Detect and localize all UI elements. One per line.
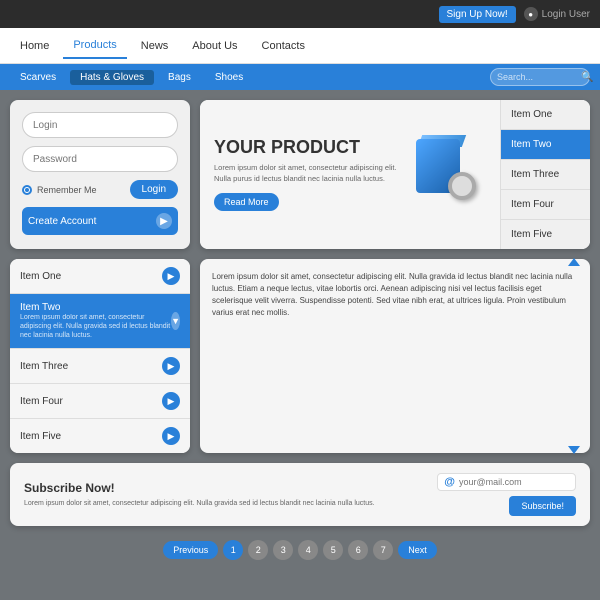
- subnav-shoes[interactable]: Shoes: [205, 70, 253, 85]
- right-item-4[interactable]: Item Four: [501, 190, 590, 220]
- search-box[interactable]: 🔍: [490, 68, 590, 86]
- right-item-3[interactable]: Item Three: [501, 160, 590, 190]
- right-item-5[interactable]: Item Five: [501, 220, 590, 249]
- list-item-2-label: Item Two: [20, 302, 171, 313]
- subscribe-widget: Subscribe Now! Lorem ipsum dolor sit ame…: [10, 463, 590, 526]
- nav-home[interactable]: Home: [10, 34, 59, 58]
- main-content: Remember Me Login Create Account ▶ YOUR …: [0, 90, 600, 574]
- box-ring: [448, 172, 476, 200]
- remember-me-label[interactable]: Remember Me: [22, 185, 97, 195]
- login-user-label: Login User: [542, 9, 590, 20]
- right-panel-items: Item One Item Two Item Three Item Four I…: [500, 100, 590, 249]
- login-user: ● Login User: [524, 7, 590, 21]
- search-icon: 🔍: [581, 72, 593, 83]
- remember-row: Remember Me Login: [22, 180, 178, 199]
- sub-nav: Scarves Hats & Gloves Bags Shoes 🔍: [0, 64, 600, 90]
- page-1[interactable]: 1: [223, 540, 243, 560]
- text-content: Lorem ipsum dolor sit amet, consectetur …: [212, 271, 578, 319]
- at-icon: @: [444, 476, 455, 488]
- right-item-2[interactable]: Item Two: [501, 130, 590, 160]
- read-more-button[interactable]: Read More: [214, 193, 279, 211]
- list-item-4-label: Item Four: [20, 396, 63, 407]
- nav-about[interactable]: About Us: [182, 34, 247, 58]
- list-item-5-label: Item Five: [20, 431, 61, 442]
- row3: Subscribe Now! Lorem ipsum dolor sit ame…: [10, 463, 590, 526]
- list-item-5[interactable]: Item Five ▶: [10, 419, 190, 453]
- product-text: YOUR PRODUCT Lorem ipsum dolor sit amet,…: [214, 138, 406, 212]
- page-7[interactable]: 7: [373, 540, 393, 560]
- create-account-bar[interactable]: Create Account ▶: [22, 207, 178, 235]
- signup-button[interactable]: Sign Up Now!: [439, 6, 516, 23]
- list-item-2-sub: Lorem ipsum dolor sit amet, consectetur …: [20, 313, 171, 340]
- pagination: Previous 1 2 3 4 5 6 7 Next: [10, 532, 590, 564]
- subscribe-button[interactable]: Subscribe!: [509, 496, 576, 516]
- list-item-1[interactable]: Item One ▶: [10, 259, 190, 294]
- list-item-2-arrow-icon: ▼: [171, 312, 180, 330]
- subscribe-description: Lorem ipsum dolor sit amet, consectetur …: [24, 499, 427, 509]
- top-bar: Sign Up Now! ● Login User: [0, 0, 600, 28]
- remember-radio[interactable]: [22, 185, 32, 195]
- email-input-wrap[interactable]: @: [437, 473, 576, 491]
- text-widget: Lorem ipsum dolor sit amet, consectetur …: [200, 259, 590, 453]
- items-list-widget: Item One ▶ Item Two Lorem ipsum dolor si…: [10, 259, 190, 453]
- list-item-3[interactable]: Item Three ▶: [10, 349, 190, 384]
- product-widget: YOUR PRODUCT Lorem ipsum dolor sit amet,…: [200, 100, 500, 249]
- subnav-scarves[interactable]: Scarves: [10, 70, 66, 85]
- scroll-up-icon[interactable]: [568, 258, 580, 266]
- subscribe-text: Subscribe Now! Lorem ipsum dolor sit ame…: [24, 481, 427, 509]
- next-button[interactable]: Next: [398, 541, 437, 559]
- email-input[interactable]: [459, 477, 569, 487]
- list-item-4[interactable]: Item Four ▶: [10, 384, 190, 419]
- create-account-label: Create Account: [28, 216, 96, 227]
- list-item-2[interactable]: Item Two Lorem ipsum dolor sit amet, con…: [10, 294, 190, 349]
- create-account-arrow-icon: ▶: [156, 213, 172, 229]
- subscribe-title: Subscribe Now!: [24, 481, 427, 495]
- page-3[interactable]: 3: [273, 540, 293, 560]
- product-title: YOUR PRODUCT: [214, 138, 406, 158]
- nav-products[interactable]: Products: [63, 33, 126, 59]
- nav-bar: Home Products News About Us Contacts: [0, 28, 600, 64]
- product-description: Lorem ipsum dolor sit amet, consectetur …: [214, 163, 406, 184]
- subscribe-right: @ Subscribe!: [437, 473, 576, 516]
- list-item-3-label: Item Three: [20, 361, 68, 372]
- nav-news[interactable]: News: [131, 34, 179, 58]
- product-image: [416, 135, 486, 215]
- page-2[interactable]: 2: [248, 540, 268, 560]
- login-button[interactable]: Login: [130, 180, 178, 199]
- list-item-2-content: Item Two Lorem ipsum dolor sit amet, con…: [20, 302, 171, 340]
- right-item-1[interactable]: Item One: [501, 100, 590, 130]
- row2: Item One ▶ Item Two Lorem ipsum dolor si…: [10, 259, 590, 453]
- login-input[interactable]: [22, 112, 178, 138]
- nav-contacts[interactable]: Contacts: [252, 34, 315, 58]
- subnav-bags[interactable]: Bags: [158, 70, 201, 85]
- list-item-1-arrow-icon: ▶: [162, 267, 180, 285]
- search-input[interactable]: [497, 72, 577, 82]
- list-item-1-label: Item One: [20, 271, 61, 282]
- remember-text: Remember Me: [37, 185, 97, 195]
- list-item-4-arrow-icon: ▶: [162, 392, 180, 410]
- password-input[interactable]: [22, 146, 178, 172]
- list-item-5-arrow-icon: ▶: [162, 427, 180, 445]
- page-5[interactable]: 5: [323, 540, 343, 560]
- product-right-wrap: YOUR PRODUCT Lorem ipsum dolor sit amet,…: [200, 100, 590, 249]
- product-3d-box: [416, 135, 466, 195]
- page-6[interactable]: 6: [348, 540, 368, 560]
- subnav-hats[interactable]: Hats & Gloves: [70, 70, 154, 85]
- user-icon: ●: [524, 7, 538, 21]
- login-widget: Remember Me Login Create Account ▶: [10, 100, 190, 249]
- scroll-down-icon[interactable]: [568, 446, 580, 454]
- row1: Remember Me Login Create Account ▶ YOUR …: [10, 100, 590, 249]
- page-4[interactable]: 4: [298, 540, 318, 560]
- list-item-3-arrow-icon: ▶: [162, 357, 180, 375]
- prev-button[interactable]: Previous: [163, 541, 218, 559]
